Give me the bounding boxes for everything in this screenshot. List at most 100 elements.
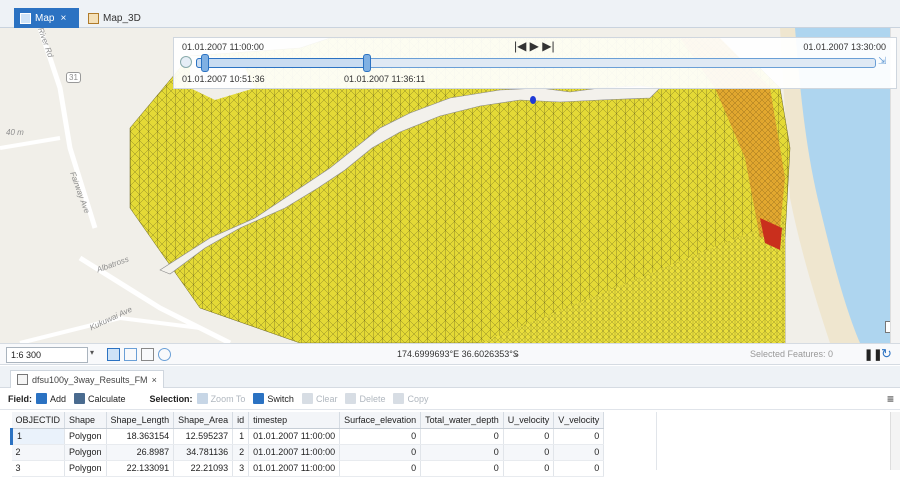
table-cell[interactable]: 0 bbox=[339, 444, 422, 461]
zoom-to-label: Zoom To bbox=[210, 393, 246, 404]
column-header[interactable]: id bbox=[232, 412, 250, 429]
table-cell[interactable]: 2 bbox=[11, 444, 66, 461]
map-status-bar: 1:6 300 ▾ 174.6999693°E 36.6026353°S ⌄ S… bbox=[0, 343, 900, 365]
field-label: Field: bbox=[8, 393, 32, 404]
table-cell[interactable]: Polygon bbox=[64, 428, 107, 445]
table-cell[interactable]: 1 bbox=[232, 428, 250, 445]
table-row[interactable]: 3 Polygon 22.133091 22.21093 3 01.01.200… bbox=[11, 460, 605, 477]
playback-controls[interactable]: |◀ ▶ ▶| bbox=[514, 39, 555, 53]
table-icon[interactable] bbox=[141, 348, 154, 361]
table-icon bbox=[17, 374, 28, 385]
table-cell[interactable]: 34.781136 bbox=[173, 444, 234, 461]
table-cell[interactable]: 01.01.2007 11:00:00 bbox=[248, 444, 341, 461]
table-vertical-scrollbar[interactable] bbox=[890, 412, 900, 470]
add-field-button[interactable]: Add bbox=[36, 393, 66, 404]
table-cell[interactable]: 22.133091 bbox=[106, 460, 175, 477]
table-cell[interactable]: 0 bbox=[503, 460, 555, 477]
time-slider-start-handle[interactable] bbox=[201, 54, 209, 72]
table-cell[interactable]: 0 bbox=[553, 460, 605, 477]
table-cell[interactable]: 18.363154 bbox=[106, 428, 175, 445]
chevron-down-icon[interactable]: ⌄ bbox=[513, 349, 520, 358]
table-cell[interactable]: 0 bbox=[420, 460, 504, 477]
pan-icon[interactable] bbox=[158, 348, 171, 361]
table-tab-label: dfsu100y_3way_Results_FM bbox=[32, 374, 148, 385]
table-cell[interactable]: 0 bbox=[553, 428, 605, 445]
scene-icon bbox=[88, 12, 99, 24]
time-current-start: 01.01.2007 11:00:00 bbox=[182, 42, 264, 52]
table-cell[interactable]: 0 bbox=[420, 428, 504, 445]
time-end: 01.01.2007 13:30:00 bbox=[803, 42, 886, 52]
time-range-end: 01.01.2007 11:36:11 bbox=[344, 74, 426, 84]
map-label-route: 31 bbox=[66, 72, 81, 83]
map-label-elevation: 40 m bbox=[6, 128, 24, 137]
column-header[interactable]: V_velocity bbox=[553, 412, 605, 429]
grid-icon[interactable] bbox=[107, 348, 120, 361]
map-icon bbox=[20, 12, 31, 24]
tab-attribute-table[interactable]: dfsu100y_3way_Results_FM × bbox=[10, 370, 164, 388]
pause-icon[interactable]: ❚❚ bbox=[864, 348, 882, 361]
chevron-down-icon[interactable]: ▾ bbox=[90, 348, 94, 357]
table-cell[interactable]: 0 bbox=[503, 444, 555, 461]
clear-button[interactable]: Clear bbox=[301, 393, 338, 404]
table-cell[interactable]: 3 bbox=[11, 460, 66, 477]
column-header[interactable]: Shape_Area bbox=[173, 412, 234, 429]
table-cell[interactable]: 0 bbox=[339, 460, 422, 477]
clear-label: Clear bbox=[315, 393, 338, 404]
table-cell[interactable]: 0 bbox=[553, 444, 605, 461]
column-header[interactable]: Shape bbox=[64, 412, 107, 429]
table-cell[interactable]: 2 bbox=[232, 444, 250, 461]
table-cell[interactable]: 01.01.2007 11:00:00 bbox=[248, 428, 341, 445]
table-row[interactable]: 2 Polygon 26.8987 34.781136 2 01.01.2007… bbox=[11, 444, 605, 461]
time-slider-end-handle[interactable] bbox=[363, 54, 371, 72]
point-marker bbox=[530, 96, 536, 104]
selected-features[interactable]: Selected Features: 0 bbox=[750, 349, 833, 359]
column-header[interactable]: Total_water_depth bbox=[420, 412, 504, 429]
switch-label: Switch bbox=[267, 393, 294, 404]
coordinates-readout: 174.6999693°E 36.6026353°S bbox=[397, 349, 519, 359]
column-header[interactable]: U_velocity bbox=[503, 412, 555, 429]
table-cell[interactable]: Polygon bbox=[64, 444, 107, 461]
table-cell[interactable]: 26.8987 bbox=[106, 444, 175, 461]
table-cell[interactable]: Polygon bbox=[64, 460, 107, 477]
clock-icon[interactable] bbox=[180, 56, 192, 68]
table-tab-strip: dfsu100y_3way_Results_FM × bbox=[0, 366, 900, 388]
table-cell[interactable]: 0 bbox=[339, 428, 422, 445]
table-cell[interactable]: 3 bbox=[232, 460, 250, 477]
table-toolbar: Field: Add Calculate Selection: Zoom To … bbox=[0, 388, 900, 410]
clear-icon bbox=[301, 393, 313, 404]
table-cell[interactable]: 1 bbox=[9, 428, 66, 445]
tab-map-3d[interactable]: Map_3D bbox=[82, 8, 152, 28]
time-slider-panel: 01.01.2007 11:00:00 |◀ ▶ ▶| 01.01.2007 1… bbox=[173, 37, 897, 89]
tab-map-label: Map bbox=[35, 12, 55, 24]
column-header[interactable]: timestep bbox=[248, 412, 341, 429]
table-cell[interactable]: 01.01.2007 11:00:00 bbox=[248, 460, 341, 477]
copy-button[interactable]: Copy bbox=[393, 393, 428, 404]
table-cell[interactable]: 0 bbox=[420, 444, 504, 461]
column-header[interactable]: OBJECTID bbox=[11, 412, 66, 429]
table-cell[interactable]: 0 bbox=[503, 428, 555, 445]
column-header[interactable]: Shape_Length bbox=[106, 412, 175, 429]
close-icon[interactable]: × bbox=[152, 375, 157, 385]
column-header[interactable]: Surface_elevation bbox=[339, 412, 422, 429]
close-icon[interactable]: × bbox=[60, 13, 66, 24]
scale-input[interactable]: 1:6 300 bbox=[6, 347, 88, 363]
slider-options-icon[interactable]: ⇲ bbox=[878, 56, 890, 68]
table-row[interactable]: 1 Polygon 18.363154 12.595237 1 01.01.20… bbox=[9, 428, 605, 445]
copy-label: Copy bbox=[407, 393, 429, 404]
attribute-table[interactable]: OBJECTID Shape Shape_Length Shape_Area i… bbox=[9, 412, 605, 477]
time-window[interactable] bbox=[196, 58, 366, 68]
selection-label: Selection: bbox=[149, 393, 193, 404]
table-cell[interactable]: 12.595237 bbox=[173, 428, 234, 445]
tab-map-3d-label: Map_3D bbox=[103, 12, 141, 24]
fixed-zoom-icon[interactable] bbox=[124, 348, 137, 361]
table-cell[interactable]: 22.21093 bbox=[173, 460, 234, 477]
delete-button[interactable]: Delete bbox=[345, 393, 385, 404]
calculate-button[interactable]: Calculate bbox=[74, 393, 126, 404]
menu-icon[interactable]: ≡ bbox=[887, 392, 894, 406]
zoom-to-button[interactable]: Zoom To bbox=[196, 393, 246, 404]
copy-icon bbox=[393, 393, 405, 404]
tab-map[interactable]: Map × bbox=[14, 8, 79, 28]
switch-button[interactable]: Switch bbox=[253, 393, 294, 404]
refresh-icon[interactable]: ↻ bbox=[881, 346, 892, 362]
document-tab-strip: Map × Map_3D bbox=[0, 0, 900, 28]
